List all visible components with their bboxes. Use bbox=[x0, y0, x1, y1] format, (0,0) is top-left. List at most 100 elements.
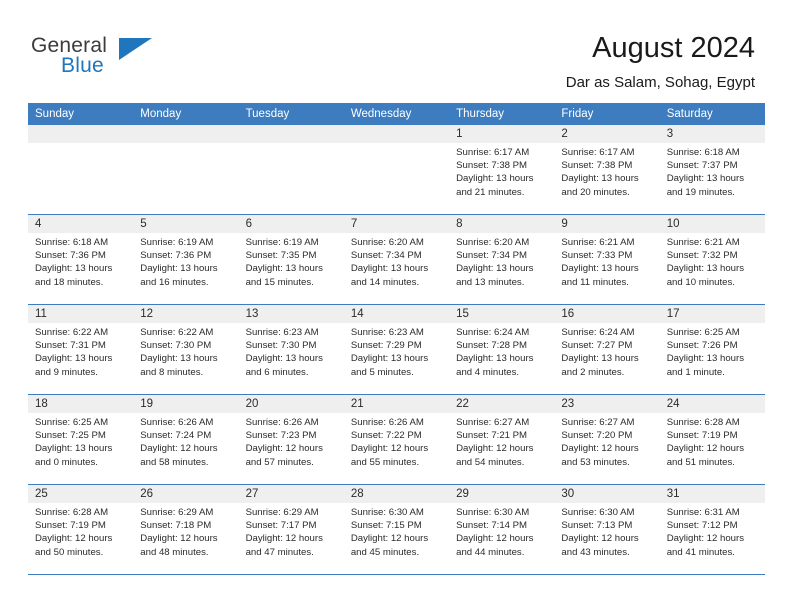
daylight-text-line1: Daylight: 13 hours bbox=[666, 263, 745, 275]
day-cell[interactable]: 20 Sunrise: 6:26 AM Sunset: 7:23 PM Dayl… bbox=[238, 395, 344, 484]
day-cell[interactable]: 30 Sunrise: 6:30 AM Sunset: 7:13 PM Dayl… bbox=[554, 485, 660, 574]
day-number: 26 bbox=[133, 485, 239, 503]
day-cell[interactable]: 28 Sunrise: 6:30 AM Sunset: 7:15 PM Dayl… bbox=[343, 485, 450, 574]
day-number: 29 bbox=[449, 485, 555, 503]
day-cell[interactable]: 26 Sunrise: 6:29 AM Sunset: 7:18 PM Dayl… bbox=[133, 485, 239, 574]
day-cell[interactable]: 17 Sunrise: 6:25 AM Sunset: 7:26 PM Dayl… bbox=[659, 305, 765, 394]
daylight-text-line1: Daylight: 12 hours bbox=[245, 443, 323, 455]
daylight-text-line1: Daylight: 13 hours bbox=[350, 263, 429, 275]
sunrise-text: Sunrise: 6:25 AM bbox=[35, 417, 109, 428]
day-cell[interactable]: 24 Sunrise: 6:28 AM Sunset: 7:19 PM Dayl… bbox=[659, 395, 765, 484]
day-info bbox=[239, 143, 344, 146]
daylight-text-line1: Daylight: 12 hours bbox=[456, 533, 534, 545]
daylight-text-line1: Daylight: 13 hours bbox=[35, 353, 113, 365]
daylight-text-line1: Daylight: 12 hours bbox=[350, 533, 429, 545]
daylight-text-line1: Daylight: 13 hours bbox=[666, 353, 745, 365]
sunrise-text: Sunrise: 6:19 AM bbox=[140, 237, 214, 248]
day-info: Sunrise: 6:25 AM Sunset: 7:26 PM Dayligh… bbox=[660, 323, 765, 379]
day-cell[interactable]: 19 Sunrise: 6:26 AM Sunset: 7:24 PM Dayl… bbox=[133, 395, 239, 484]
day-cell[interactable]: 22 Sunrise: 6:27 AM Sunset: 7:21 PM Dayl… bbox=[449, 395, 555, 484]
daylight-text-line2: and 45 minutes. bbox=[350, 546, 420, 558]
sunset-text: Sunset: 7:19 PM bbox=[35, 520, 106, 532]
sunrise-text: Sunrise: 6:30 AM bbox=[350, 507, 424, 518]
general-blue-logo[interactable]: General Blue bbox=[31, 34, 161, 82]
day-number bbox=[28, 125, 134, 143]
weekday-header-row: Sunday Monday Tuesday Wednesday Thursday… bbox=[28, 103, 765, 125]
daylight-text-line1: Daylight: 12 hours bbox=[350, 443, 429, 455]
sunrise-text: Sunrise: 6:31 AM bbox=[666, 507, 740, 518]
day-number: 11 bbox=[28, 305, 134, 323]
sunrise-text: Sunrise: 6:19 AM bbox=[245, 237, 319, 248]
day-cell[interactable]: 21 Sunrise: 6:26 AM Sunset: 7:22 PM Dayl… bbox=[343, 395, 450, 484]
day-cell[interactable]: 15 Sunrise: 6:24 AM Sunset: 7:28 PM Dayl… bbox=[449, 305, 555, 394]
day-cell[interactable]: 7 Sunrise: 6:20 AM Sunset: 7:34 PM Dayli… bbox=[343, 215, 450, 304]
day-info: Sunrise: 6:19 AM Sunset: 7:35 PM Dayligh… bbox=[239, 233, 344, 289]
day-cell[interactable]: 2 Sunrise: 6:17 AM Sunset: 7:38 PM Dayli… bbox=[554, 125, 660, 214]
day-number: 16 bbox=[554, 305, 660, 323]
day-cell[interactable] bbox=[133, 125, 239, 214]
sunrise-text: Sunrise: 6:26 AM bbox=[140, 417, 214, 428]
day-cell[interactable]: 31 Sunrise: 6:31 AM Sunset: 7:12 PM Dayl… bbox=[659, 485, 765, 574]
sunset-text: Sunset: 7:14 PM bbox=[456, 520, 528, 532]
daylight-text-line1: Daylight: 13 hours bbox=[456, 353, 534, 365]
day-info: Sunrise: 6:29 AM Sunset: 7:17 PM Dayligh… bbox=[239, 503, 344, 559]
sunrise-text: Sunrise: 6:21 AM bbox=[666, 237, 740, 248]
day-number: 2 bbox=[554, 125, 660, 143]
day-cell[interactable]: 10 Sunrise: 6:21 AM Sunset: 7:32 PM Dayl… bbox=[659, 215, 765, 304]
day-cell[interactable]: 9 Sunrise: 6:21 AM Sunset: 7:33 PM Dayli… bbox=[554, 215, 660, 304]
day-info: Sunrise: 6:19 AM Sunset: 7:36 PM Dayligh… bbox=[133, 233, 238, 289]
sunrise-text: Sunrise: 6:30 AM bbox=[456, 507, 530, 518]
day-cell[interactable]: 25 Sunrise: 6:28 AM Sunset: 7:19 PM Dayl… bbox=[28, 485, 134, 574]
day-number bbox=[343, 125, 450, 143]
day-cell[interactable]: 27 Sunrise: 6:29 AM Sunset: 7:17 PM Dayl… bbox=[238, 485, 344, 574]
day-info bbox=[28, 143, 133, 146]
day-info bbox=[344, 143, 449, 146]
day-info: Sunrise: 6:27 AM Sunset: 7:21 PM Dayligh… bbox=[449, 413, 554, 469]
day-number: 6 bbox=[238, 215, 344, 233]
day-info: Sunrise: 6:18 AM Sunset: 7:37 PM Dayligh… bbox=[660, 143, 765, 199]
day-cell[interactable]: 4 Sunrise: 6:18 AM Sunset: 7:36 PM Dayli… bbox=[28, 215, 134, 304]
sunset-text: Sunset: 7:36 PM bbox=[140, 250, 212, 262]
day-cell[interactable]: 1 Sunrise: 6:17 AM Sunset: 7:38 PM Dayli… bbox=[449, 125, 555, 214]
day-cell[interactable]: 8 Sunrise: 6:20 AM Sunset: 7:34 PM Dayli… bbox=[449, 215, 555, 304]
day-cell[interactable]: 12 Sunrise: 6:22 AM Sunset: 7:30 PM Dayl… bbox=[133, 305, 239, 394]
sunrise-text: Sunrise: 6:24 AM bbox=[456, 327, 530, 338]
sunrise-text: Sunrise: 6:20 AM bbox=[456, 237, 530, 248]
sunset-text: Sunset: 7:17 PM bbox=[245, 520, 317, 532]
sunset-text: Sunset: 7:12 PM bbox=[666, 520, 738, 532]
day-cell[interactable]: 3 Sunrise: 6:18 AM Sunset: 7:37 PM Dayli… bbox=[659, 125, 765, 214]
day-cell[interactable] bbox=[238, 125, 344, 214]
daylight-text-line2: and 13 minutes. bbox=[456, 276, 525, 288]
day-cell[interactable]: 16 Sunrise: 6:24 AM Sunset: 7:27 PM Dayl… bbox=[554, 305, 660, 394]
day-cell[interactable]: 5 Sunrise: 6:19 AM Sunset: 7:36 PM Dayli… bbox=[133, 215, 239, 304]
day-cell[interactable]: 11 Sunrise: 6:22 AM Sunset: 7:31 PM Dayl… bbox=[28, 305, 134, 394]
weekday-header-friday: Friday bbox=[561, 108, 594, 120]
day-number: 12 bbox=[133, 305, 239, 323]
daylight-text-line1: Daylight: 13 hours bbox=[140, 353, 218, 365]
daylight-text-line1: Daylight: 13 hours bbox=[35, 443, 113, 455]
daylight-text-line1: Daylight: 12 hours bbox=[456, 443, 534, 455]
sunset-text: Sunset: 7:32 PM bbox=[666, 250, 738, 262]
title-block: August 2024 Dar as Salam, Sohag, Egypt bbox=[566, 30, 755, 92]
day-cell[interactable] bbox=[343, 125, 450, 214]
day-cell[interactable] bbox=[28, 125, 134, 214]
day-cell[interactable]: 23 Sunrise: 6:27 AM Sunset: 7:20 PM Dayl… bbox=[554, 395, 660, 484]
sunrise-text: Sunrise: 6:25 AM bbox=[666, 327, 740, 338]
sunset-text: Sunset: 7:30 PM bbox=[140, 340, 212, 352]
day-cell[interactable]: 6 Sunrise: 6:19 AM Sunset: 7:35 PM Dayli… bbox=[238, 215, 344, 304]
day-cell[interactable]: 14 Sunrise: 6:23 AM Sunset: 7:29 PM Dayl… bbox=[343, 305, 450, 394]
sunset-text: Sunset: 7:20 PM bbox=[561, 430, 633, 442]
sunrise-text: Sunrise: 6:28 AM bbox=[35, 507, 109, 518]
weekday-header-thursday: Thursday bbox=[456, 108, 505, 120]
day-info: Sunrise: 6:31 AM Sunset: 7:12 PM Dayligh… bbox=[660, 503, 765, 559]
sunset-text: Sunset: 7:15 PM bbox=[350, 520, 422, 532]
logo-text-blue: Blue bbox=[61, 54, 104, 77]
day-cell[interactable]: 18 Sunrise: 6:25 AM Sunset: 7:25 PM Dayl… bbox=[28, 395, 134, 484]
daylight-text-line2: and 21 minutes. bbox=[456, 186, 525, 198]
page-title: August 2024 bbox=[592, 32, 755, 64]
sunrise-text: Sunrise: 6:18 AM bbox=[35, 237, 109, 248]
day-number: 7 bbox=[343, 215, 450, 233]
day-info: Sunrise: 6:30 AM Sunset: 7:15 PM Dayligh… bbox=[344, 503, 449, 559]
day-cell[interactable]: 29 Sunrise: 6:30 AM Sunset: 7:14 PM Dayl… bbox=[449, 485, 555, 574]
day-cell[interactable]: 13 Sunrise: 6:23 AM Sunset: 7:30 PM Dayl… bbox=[238, 305, 344, 394]
